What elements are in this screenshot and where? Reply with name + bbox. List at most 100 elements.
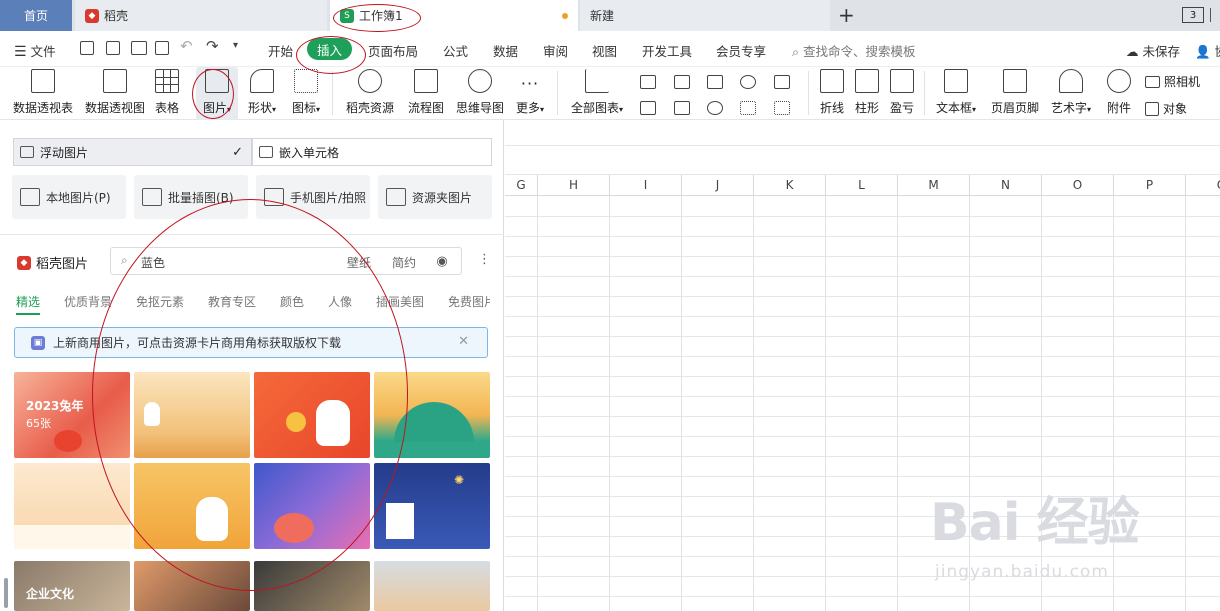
picture-card-4[interactable]: [374, 372, 490, 458]
sparkline-line-button[interactable]: 折线: [816, 67, 848, 120]
picture-card-12[interactable]: [374, 561, 490, 611]
camera-button[interactable]: 照相机: [1145, 73, 1200, 90]
simple-tag[interactable]: 简约: [392, 254, 416, 271]
tab-workbook1[interactable]: S 工作簿1: [330, 0, 578, 31]
command-search[interactable]: ⌕ 查找命令、搜索模板: [792, 41, 916, 60]
picture-search-box[interactable]: ⌕ 蓝色 壁纸 简约 ◉: [110, 247, 462, 275]
mindmap-button[interactable]: 思维导图: [454, 67, 506, 120]
column-header-i[interactable]: I: [610, 175, 682, 196]
scatter-chart-icon[interactable]: [740, 101, 756, 115]
pivot-table-button[interactable]: 数据透视表: [10, 67, 76, 120]
daoke-resource-button[interactable]: 稻壳资源: [342, 67, 398, 120]
picture-card-10[interactable]: [134, 561, 250, 611]
column-header-l[interactable]: L: [826, 175, 898, 196]
camera-search-icon[interactable]: ◉: [431, 251, 453, 271]
menu-view[interactable]: 视图: [592, 41, 617, 60]
attachment-button[interactable]: 附件: [1103, 67, 1135, 120]
export-icon[interactable]: [106, 41, 120, 55]
menu-start[interactable]: 开始: [268, 41, 293, 60]
radar-chart-icon[interactable]: [740, 75, 756, 89]
column-header-p[interactable]: P: [1114, 175, 1186, 196]
pivot-chart-button[interactable]: 数据透视图: [82, 67, 148, 120]
pie-chart-icon[interactable]: [707, 101, 723, 115]
embed-cell-option[interactable]: 嵌入单元格: [252, 138, 492, 166]
category-background[interactable]: 优质背景: [64, 293, 112, 310]
save-icon[interactable]: [80, 41, 94, 55]
flowchart-button[interactable]: 流程图: [404, 67, 448, 120]
area-chart-icon[interactable]: [640, 101, 656, 115]
tab-daoke[interactable]: ◆ 稻壳: [75, 0, 327, 31]
category-illustration[interactable]: 插画美图: [376, 293, 424, 310]
picture-card-8[interactable]: ✺: [374, 463, 490, 549]
bubble-chart-icon[interactable]: [774, 101, 790, 115]
category-color[interactable]: 颜色: [280, 293, 304, 310]
formula-bar-area[interactable]: [505, 120, 1220, 146]
menu-insert[interactable]: 插入: [307, 38, 353, 60]
float-picture-option[interactable]: 浮动图片 ✓: [13, 138, 252, 166]
category-featured[interactable]: 精选: [16, 293, 40, 310]
column-chart-icon[interactable]: [640, 75, 656, 89]
local-picture-button[interactable]: 本地图片(P): [12, 175, 126, 219]
table-button[interactable]: 表格: [152, 67, 182, 120]
print-icon[interactable]: [131, 41, 147, 55]
category-portrait[interactable]: 人像: [328, 293, 352, 310]
collaborate-button[interactable]: 👤 协: [1195, 41, 1220, 60]
picture-card-6[interactable]: [134, 463, 250, 549]
column-header-n[interactable]: N: [970, 175, 1042, 196]
menu-developer[interactable]: 开发工具: [642, 41, 692, 60]
menu-member[interactable]: 会员专享: [716, 41, 766, 60]
combo-chart-icon[interactable]: [674, 101, 690, 115]
header-footer-button[interactable]: 页眉页脚: [988, 67, 1042, 120]
picture-card-7[interactable]: [254, 463, 370, 549]
line-chart-icon[interactable]: [707, 75, 723, 89]
column-header-o[interactable]: O: [1042, 175, 1114, 196]
quick-access-dropdown-icon[interactable]: ▾: [233, 40, 238, 51]
wallpaper-tag[interactable]: 壁纸: [347, 254, 371, 271]
category-free[interactable]: 免费图片: [448, 293, 490, 310]
icon-button[interactable]: 图标▾: [288, 67, 324, 120]
picture-card-5[interactable]: [14, 463, 130, 549]
column-header-q[interactable]: Q: [1186, 175, 1220, 196]
tab-new[interactable]: 新建: [580, 0, 830, 31]
column-header-m[interactable]: M: [898, 175, 970, 196]
menu-formula[interactable]: 公式: [443, 41, 468, 60]
category-cutout[interactable]: 免抠元素: [136, 293, 184, 310]
picture-card-rabbit-year[interactable]: 2023兔年 65张: [14, 372, 130, 458]
wordart-button[interactable]: 艺术字▾: [1046, 67, 1096, 120]
window-switch-button[interactable]: 3: [1182, 7, 1204, 23]
resource-folder-button[interactable]: 资源夹图片: [378, 175, 492, 219]
picture-card-corporate[interactable]: 企业文化: [14, 561, 130, 611]
close-icon[interactable]: ✕: [458, 334, 469, 349]
tab-home[interactable]: 首页: [0, 0, 72, 31]
category-education[interactable]: 教育专区: [208, 293, 256, 310]
phone-picture-button[interactable]: 手机图片/拍照: [256, 175, 370, 219]
picture-card-11[interactable]: [254, 561, 370, 611]
stock-chart-icon[interactable]: [774, 75, 790, 89]
picture-card-3[interactable]: [254, 372, 370, 458]
all-charts-button[interactable]: 全部图表▾: [566, 67, 628, 120]
redo-icon[interactable]: ↷: [206, 37, 219, 55]
more-button[interactable]: ··· 更多▾: [512, 67, 548, 120]
file-menu-button[interactable]: ☰ 文件: [14, 41, 56, 60]
print-preview-icon[interactable]: [155, 41, 169, 55]
batch-insert-button[interactable]: 批量插图(B): [134, 175, 248, 219]
picture-button[interactable]: 图片▾: [196, 67, 238, 120]
column-header-h[interactable]: H: [538, 175, 610, 196]
sparkline-column-button[interactable]: 柱形: [851, 67, 883, 120]
bar-chart-h-icon[interactable]: [674, 75, 690, 89]
column-header-g[interactable]: G: [505, 175, 538, 196]
picture-card-2[interactable]: [134, 372, 250, 458]
panel-more-icon[interactable]: ⋮: [478, 252, 491, 267]
column-header-k[interactable]: K: [754, 175, 826, 196]
menu-page-layout[interactable]: 页面布局: [368, 41, 418, 60]
menu-data[interactable]: 数据: [493, 41, 518, 60]
textbox-button[interactable]: 文本框▾: [930, 67, 982, 120]
column-header-j[interactable]: J: [682, 175, 754, 196]
sparkline-winloss-button[interactable]: 盈亏: [886, 67, 918, 120]
unsaved-status[interactable]: ☁ 未保存: [1126, 41, 1180, 60]
object-button[interactable]: 对象: [1145, 100, 1187, 117]
undo-icon[interactable]: ↶: [180, 37, 193, 55]
panel-scrollbar[interactable]: [4, 578, 8, 608]
shape-button[interactable]: 形状▾: [244, 67, 280, 120]
menu-review[interactable]: 审阅: [543, 41, 568, 60]
